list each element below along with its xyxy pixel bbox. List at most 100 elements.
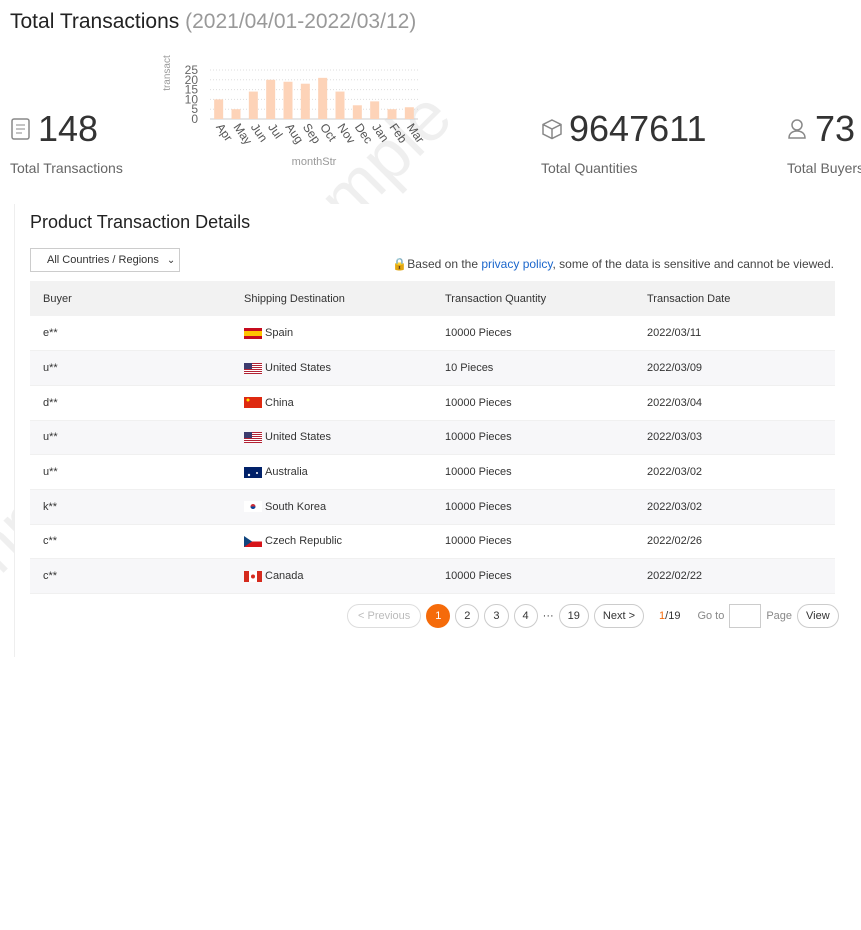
flag-us-icon	[244, 432, 262, 443]
date: 2022/02/22	[634, 558, 835, 594]
users-icon	[788, 119, 806, 139]
buyer: c**	[30, 524, 231, 560]
goto-label: Go to	[697, 610, 725, 622]
quantity: 10000 Pieces	[432, 558, 634, 594]
destination: South Korea	[231, 489, 432, 525]
quantity: 10000 Pieces	[432, 316, 634, 352]
bar-Feb	[387, 109, 397, 119]
x-tick-label: Aug	[283, 121, 307, 147]
destination-name: South Korea	[265, 500, 327, 513]
destination: Australia	[231, 454, 432, 490]
bar-Nov	[335, 91, 345, 119]
destination-name: United States	[265, 362, 332, 375]
date: 2022/03/02	[634, 454, 835, 490]
col-quantity: Transaction Quantity	[432, 281, 634, 316]
privacy-note: 🔒Based on the privacy policy, some of th…	[392, 257, 834, 271]
goto-page-input[interactable]	[729, 604, 762, 628]
lock-icon: 🔒	[392, 257, 408, 271]
page-1[interactable]: 1	[426, 604, 451, 628]
destination-name: United States	[265, 431, 332, 444]
date: 2022/02/26	[634, 524, 835, 560]
page-label: Page	[766, 610, 793, 622]
table-row: u** Australia 10000 Pieces 2022/03/02	[30, 454, 835, 490]
page-indicator: 1/19	[659, 610, 680, 622]
title-text: Total Transactions	[10, 10, 180, 33]
x-tick-label: Jan	[369, 121, 392, 145]
x-tick-label: Nov	[335, 121, 359, 147]
x-axis-label: monthStr	[292, 156, 337, 168]
destination: Spain	[231, 316, 432, 352]
destination-name: China	[265, 396, 294, 409]
bar-Oct	[318, 77, 328, 119]
flag-ca-icon	[244, 570, 262, 582]
x-tick-label: Mar	[404, 121, 427, 146]
view-button[interactable]: View	[797, 604, 839, 628]
stat-label: Total Buyers	[787, 160, 861, 176]
bar-Dec	[352, 105, 362, 119]
total-pages: /19	[665, 610, 681, 622]
privacy-policy-link[interactable]: privacy policy	[481, 257, 552, 271]
x-tick-label: Jul	[265, 121, 285, 142]
privacy-text: Based on the	[407, 257, 482, 271]
section-title: Product Transaction Details	[30, 212, 251, 232]
x-tick-label: Dec	[352, 121, 376, 147]
destination-name: Canada	[265, 570, 304, 583]
document-icon	[11, 118, 30, 140]
date: 2022/03/02	[634, 489, 835, 525]
destination: United States	[231, 350, 432, 386]
buyer: k**	[30, 489, 231, 525]
y-axis-label: transact	[162, 55, 173, 91]
quantity: 10000 Pieces	[432, 524, 634, 560]
bar-Mar	[404, 107, 414, 119]
quantity: 10000 Pieces	[432, 420, 634, 456]
select-value: All Countries / Regions	[47, 254, 159, 266]
monthly-transactions-chart: 0510152025AprMayJunJulAugSepOctNovDecJan…	[162, 55, 427, 168]
buyer: u**	[30, 350, 231, 386]
buyer: u**	[30, 454, 231, 490]
stat-value: 73	[815, 108, 856, 149]
destination-name: Spain	[265, 327, 294, 340]
col-buyer: Buyer	[30, 281, 231, 316]
stat-label: Total Transactions	[10, 160, 123, 176]
buyer: d**	[30, 385, 231, 421]
quantity: 10000 Pieces	[432, 385, 634, 421]
destination-name: Australia	[265, 466, 308, 479]
date: 2022/03/09	[634, 350, 835, 386]
page-3[interactable]: 3	[484, 604, 509, 628]
page-title: Total Transactions (2021/04/01-2022/03/1…	[10, 10, 416, 34]
x-tick-label: Oct	[317, 121, 340, 145]
previous-button[interactable]: < Previous	[347, 604, 422, 628]
flag-cn-icon	[244, 397, 262, 409]
page-2[interactable]: 2	[455, 604, 480, 628]
quantity: 10000 Pieces	[432, 454, 634, 490]
pagination: < Previous 1 2 3 4 ··· 19 Next > 1/19 Go…	[347, 604, 839, 628]
buyer: e**	[30, 316, 231, 352]
stat-label: Total Quantities	[541, 160, 638, 176]
table-row: u** United States 10000 Pieces 2022/03/0…	[30, 420, 835, 456]
x-tick-label: Sep	[300, 121, 324, 147]
page-4[interactable]: 4	[513, 604, 538, 628]
col-destination: Shipping Destination	[231, 281, 432, 316]
bar-Jun	[248, 91, 258, 119]
table-row: u** United States 10 Pieces 2022/03/09	[30, 350, 835, 386]
flag-us-icon	[244, 362, 262, 374]
quantity: 10000 Pieces	[432, 489, 634, 525]
stat-total-buyers: 73 Total Buyers	[787, 108, 861, 176]
table-row: c** Czech Republic 10000 Pieces 2022/02/…	[30, 524, 835, 560]
next-button[interactable]: Next >	[593, 604, 645, 628]
page-19[interactable]: 19	[558, 604, 589, 628]
date-range: (2021/04/01-2022/03/12)	[185, 10, 417, 33]
chevron-down-icon: ⌄	[166, 254, 176, 266]
stat-value: 148	[38, 108, 99, 149]
bar-Apr	[214, 99, 224, 119]
flag-es-icon	[244, 327, 262, 339]
bar-May	[231, 109, 241, 119]
country-region-select[interactable]: All Countries / Regions ⌄	[30, 248, 180, 272]
buyer: u**	[30, 420, 231, 456]
table-row: e** Spain 10000 Pieces 2022/03/11	[30, 316, 835, 352]
bar-Sep	[300, 83, 310, 119]
table-row: k** South Korea 10000 Pieces 2022/03/02	[30, 489, 835, 525]
y-tick-label: 25	[185, 63, 199, 77]
transactions-table: Buyer Shipping Destination Transaction Q…	[30, 281, 835, 594]
flag-kr-icon	[244, 501, 262, 513]
